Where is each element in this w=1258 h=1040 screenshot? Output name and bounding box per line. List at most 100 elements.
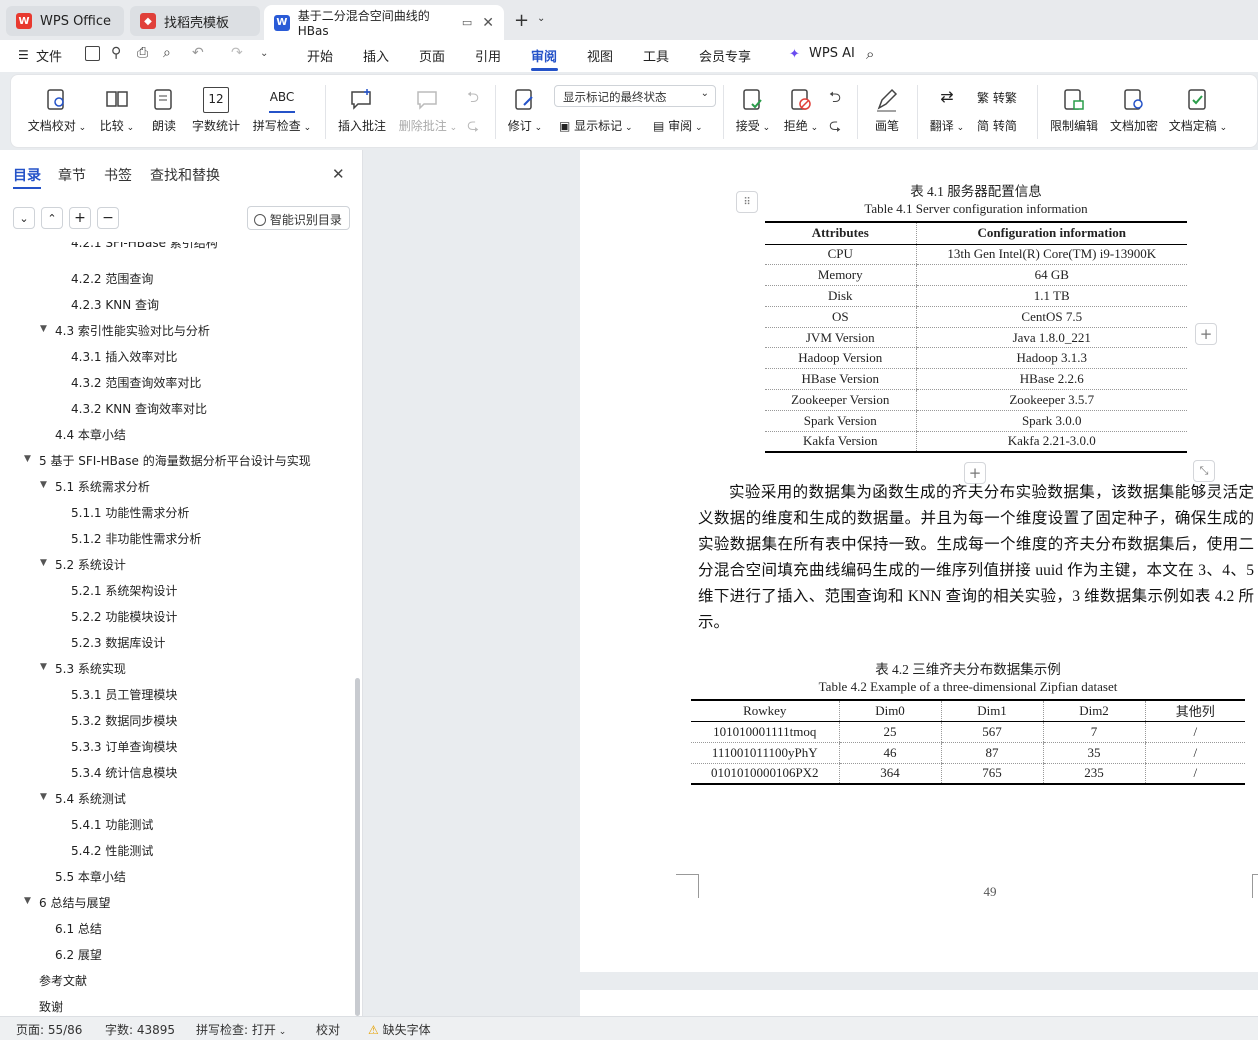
add-heading-button[interactable]: + <box>69 207 91 229</box>
menu-review[interactable]: 审阅 <box>531 46 557 65</box>
toc-item[interactable]: 5.2.2 功能模块设计 <box>71 608 177 625</box>
tab-wps-office[interactable]: W WPS Office <box>6 6 124 36</box>
next-change-icon[interactable]: ⮎ <box>829 115 841 140</box>
toc-item[interactable]: 5 基于 SFI-HBase 的海量数据分析平台设计与实现 <box>39 452 311 469</box>
toc-item[interactable]: 4.4 本章小结 <box>55 426 126 443</box>
toc-item[interactable]: 5.4.1 功能测试 <box>71 816 153 833</box>
toc-item[interactable]: 5.3.4 统计信息模块 <box>71 764 177 781</box>
toc-item[interactable]: 6.1 总结 <box>55 920 102 937</box>
toc-item[interactable]: 4.2.3 KNN 查询 <box>71 296 159 313</box>
menu-tools[interactable]: 工具 <box>643 46 669 65</box>
table-move-handle[interactable]: ⠿ <box>736 191 758 213</box>
remove-heading-button[interactable]: − <box>97 207 119 229</box>
toc-item[interactable]: 5.1.2 非功能性需求分析 <box>71 530 201 547</box>
print-icon[interactable]: ⎙ <box>137 45 148 61</box>
menu-reference[interactable]: 引用 <box>475 46 501 65</box>
toc-item[interactable]: 4.2.1 SFI-HBase 索引结构 <box>71 242 218 251</box>
toc-item[interactable]: 5.1.1 功能性需求分析 <box>71 504 189 521</box>
toc-item[interactable]: 5.2 系统设计 <box>55 556 126 573</box>
toc-item[interactable]: 5.3.2 数据同步模块 <box>71 712 177 729</box>
share-icon[interactable]: ⚲ <box>111 45 121 61</box>
tab-chapters[interactable]: 章节 <box>58 165 86 185</box>
resize-table-button[interactable]: ⤡ <box>1193 460 1215 482</box>
expand-toggle-icon[interactable]: ▼ <box>24 896 31 906</box>
toc-item[interactable]: 6 总结与展望 <box>39 894 110 911</box>
toc-item[interactable]: 4.3.2 范围查询效率对比 <box>71 374 201 391</box>
toc-item[interactable]: 6.2 展望 <box>55 946 102 963</box>
toc-item[interactable]: 5.3 系统实现 <box>55 660 126 677</box>
insert-comment-button[interactable]: 插入批注 <box>335 87 389 134</box>
toc-item[interactable]: 致谢 <box>39 998 63 1015</box>
show-markup-button[interactable]: ▣ 显示标记 ⌄ <box>559 117 633 134</box>
tab-find-replace[interactable]: 查找和替换 <box>150 165 220 185</box>
ink-button[interactable]: 画笔 <box>869 87 905 134</box>
new-tab-icon[interactable]: + <box>514 10 529 31</box>
add-column-button[interactable]: + <box>1195 323 1217 345</box>
toc-item[interactable]: 4.3 索引性能实验对比与分析 <box>55 322 210 339</box>
reject-button[interactable]: 拒绝 ⌄ <box>779 87 823 134</box>
prev-comment-icon[interactable]: ⮌ <box>467 87 479 112</box>
toc-item[interactable]: 4.3.1 插入效率对比 <box>71 348 177 365</box>
missing-font-indicator[interactable]: ⚠ 缺失字体 <box>368 1021 431 1038</box>
close-icon[interactable]: ✕ <box>482 15 494 31</box>
toc-item[interactable]: 4.3.2 KNN 查询效率对比 <box>71 400 207 417</box>
menu-insert[interactable]: 插入 <box>363 46 389 65</box>
finalize-button[interactable]: 文档定稿 ⌄ <box>1167 87 1229 134</box>
collapse-all-button[interactable]: ⌄ <box>13 207 35 229</box>
toc-item[interactable]: 5.4 系统测试 <box>55 790 126 807</box>
toc-item[interactable]: 4.2.2 范围查询 <box>71 270 153 287</box>
translate-button[interactable]: ⇄ 翻译 ⌄ <box>927 87 967 134</box>
toc-item[interactable]: 5.3.3 订单查询模块 <box>71 738 177 755</box>
page-indicator[interactable]: 页面: 55/86 <box>16 1021 82 1038</box>
expand-toggle-icon[interactable]: ▼ <box>40 662 47 672</box>
proof-indicator[interactable]: 校对 <box>316 1021 340 1038</box>
word-count-indicator[interactable]: 字数: 43895 <box>105 1021 175 1038</box>
to-simplified-button[interactable]: 简 转简 <box>977 117 1017 134</box>
markup-state-select[interactable]: 显示标记的最终状态 ⌄ <box>554 85 716 107</box>
chevron-down-icon[interactable]: ⌄ <box>537 13 545 24</box>
prev-change-icon[interactable]: ⮌ <box>829 87 841 112</box>
next-comment-icon[interactable]: ⮎ <box>467 115 479 140</box>
toc-item[interactable]: 5.2.1 系统架构设计 <box>71 582 177 599</box>
word-count-button[interactable]: 12 字数统计 <box>189 87 243 134</box>
redo-icon[interactable]: ↷ <box>231 45 243 61</box>
spell-check-button[interactable]: ABC 拼写检查 ⌄ <box>251 87 313 134</box>
expand-toggle-icon[interactable]: ▼ <box>40 324 47 334</box>
menu-view[interactable]: 视图 <box>587 46 613 65</box>
save-icon[interactable] <box>85 46 100 61</box>
toc-item[interactable]: 5.3.1 员工管理模块 <box>71 686 177 703</box>
menu-file[interactable]: 文件 <box>36 46 62 65</box>
encrypt-button[interactable]: 文档加密 <box>1107 87 1161 134</box>
delete-comment-button[interactable]: 删除批注 ⌄ <box>397 87 459 134</box>
tab-toc[interactable]: 目录 <box>13 165 41 185</box>
toc-item[interactable]: 5.1 系统需求分析 <box>55 478 150 495</box>
close-pane-icon[interactable]: ✕ <box>332 165 345 183</box>
menu-start[interactable]: 开始 <box>307 46 333 65</box>
expand-toggle-icon[interactable]: ▼ <box>40 792 47 802</box>
to-traditional-button[interactable]: 繁 转繁 <box>977 89 1017 106</box>
expand-toggle-icon[interactable]: ▼ <box>24 454 31 464</box>
toc-item[interactable]: 5.5 本章小结 <box>55 868 126 885</box>
expand-toggle-icon[interactable]: ▼ <box>40 480 47 490</box>
undo-icon[interactable]: ↶ <box>192 45 204 61</box>
menu-member[interactable]: 会员专享 <box>699 46 751 65</box>
tab-bookmarks[interactable]: 书签 <box>104 165 132 185</box>
spell-check-indicator[interactable]: 拼写检查: 打开 ⌄ <box>196 1021 286 1038</box>
menu-wps-ai[interactable]: WPS AI <box>809 46 855 61</box>
expand-up-button[interactable]: ⌃ <box>41 207 63 229</box>
search-icon[interactable]: ⌕ <box>866 45 874 63</box>
smart-toc-button[interactable]: 智能识别目录 <box>247 206 350 230</box>
hamburger-icon[interactable]: ☰ <box>18 48 29 62</box>
restrict-edit-button[interactable]: 限制编辑 <box>1047 87 1101 134</box>
print-preview-icon[interactable]: ⌕ <box>163 45 171 61</box>
tab-docer-templates[interactable]: ◆ 找稻壳模板 <box>130 6 260 36</box>
scrollbar-thumb[interactable] <box>355 678 360 1016</box>
menu-page[interactable]: 页面 <box>419 46 445 65</box>
more-icon[interactable]: ⌄ <box>260 48 268 59</box>
toc-item[interactable]: 5.4.2 性能测试 <box>71 842 153 859</box>
track-changes-button[interactable]: 修订 ⌄ <box>503 87 547 134</box>
proof-button[interactable]: 文档校对 ⌄ <box>27 87 87 134</box>
read-aloud-button[interactable]: 朗读 <box>147 87 181 134</box>
toc-item[interactable]: 5.2.3 数据库设计 <box>71 634 165 651</box>
expand-toggle-icon[interactable]: ▼ <box>40 558 47 568</box>
